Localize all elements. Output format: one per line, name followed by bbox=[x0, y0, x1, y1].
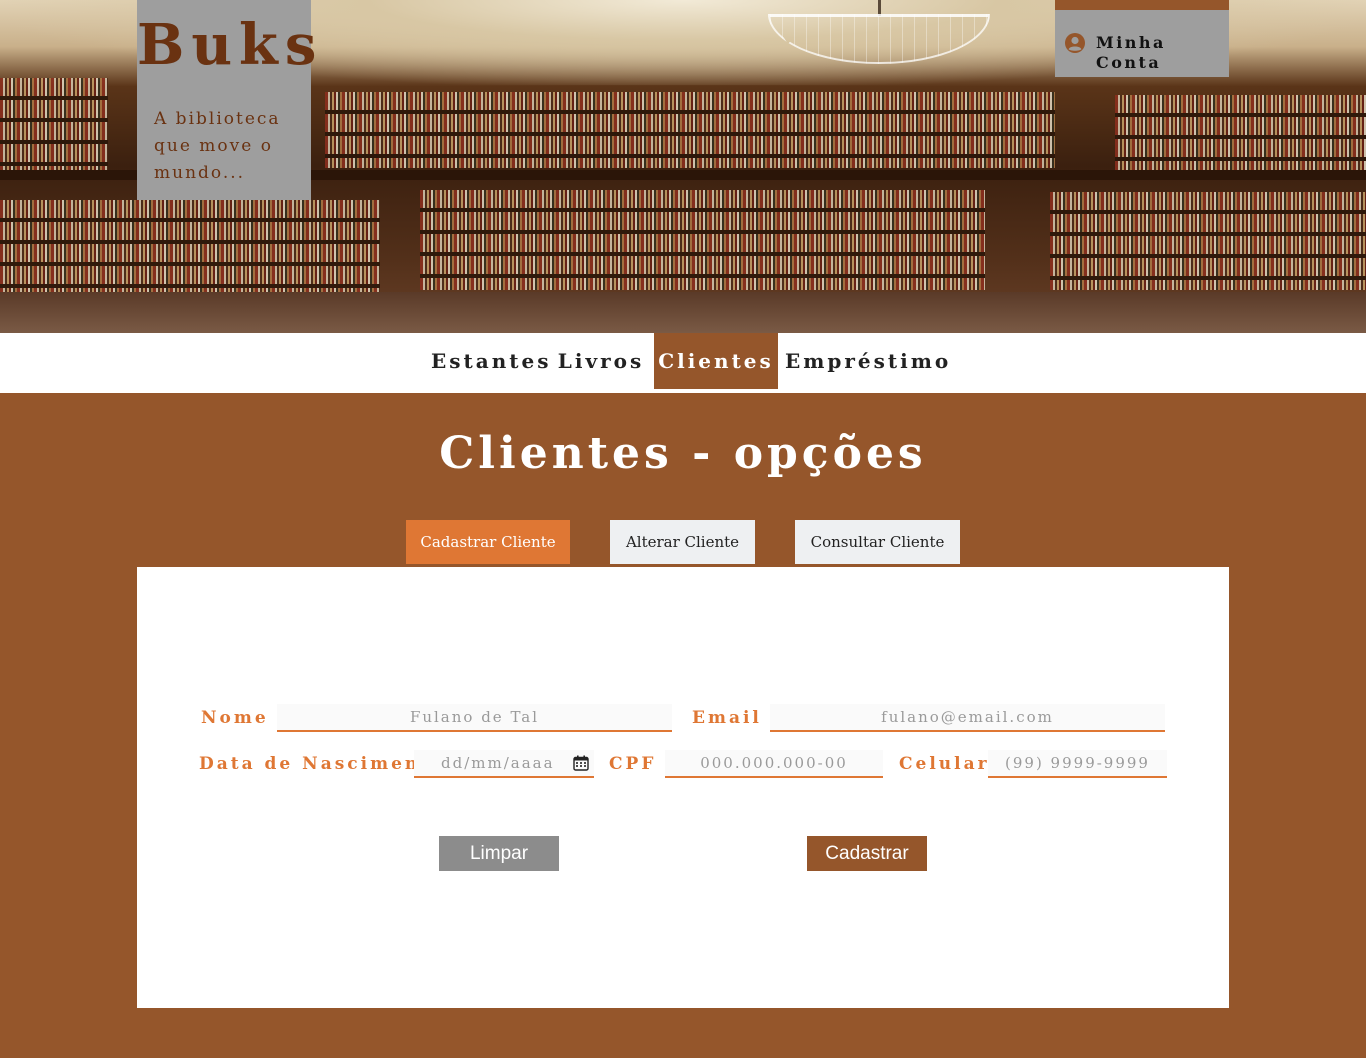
data-nascimento-input[interactable] bbox=[414, 750, 594, 778]
data-nascimento-label: Data de Nascimento bbox=[199, 754, 446, 774]
nome-label: Nome bbox=[201, 708, 269, 728]
nav-item-emprestimo[interactable]: Empréstimo bbox=[785, 333, 948, 389]
cpf-input[interactable] bbox=[665, 750, 883, 778]
tab-alterar-cliente[interactable]: Alterar Cliente bbox=[610, 520, 755, 564]
celular-input[interactable] bbox=[988, 750, 1167, 778]
cpf-label: CPF bbox=[609, 754, 657, 774]
nav-item-estantes[interactable]: Estantes bbox=[431, 333, 548, 389]
bookshelf-image bbox=[420, 190, 985, 290]
email-label: Email bbox=[692, 708, 762, 728]
user-circle-icon bbox=[1065, 33, 1085, 53]
client-form-card bbox=[137, 567, 1229, 1008]
bookshelf-image bbox=[0, 200, 380, 292]
bookshelf-image bbox=[0, 78, 108, 178]
bookshelf-image bbox=[1115, 95, 1366, 170]
nome-input[interactable] bbox=[277, 704, 672, 732]
data-nascimento-field[interactable] bbox=[414, 750, 594, 778]
clear-button[interactable]: Limpar bbox=[439, 836, 559, 871]
celular-label: Celular bbox=[899, 754, 990, 774]
site-tagline: A biblioteca que move o mundo... bbox=[154, 109, 281, 183]
nav-item-livros[interactable]: Livros bbox=[555, 333, 647, 389]
bookshelf-image bbox=[1050, 192, 1366, 290]
account-label: Minha Conta bbox=[1096, 33, 1166, 72]
hero-floor bbox=[0, 292, 1366, 333]
account-button[interactable]: Minha Conta bbox=[1055, 0, 1229, 77]
email-input[interactable] bbox=[770, 704, 1165, 732]
bookshelf-image bbox=[325, 92, 1055, 168]
page-title: Clientes - opções bbox=[439, 428, 927, 479]
tab-cadastrar-cliente[interactable]: Cadastrar Cliente bbox=[406, 520, 570, 564]
submit-button[interactable]: Cadastrar bbox=[807, 836, 927, 871]
tab-consultar-cliente[interactable]: Consultar Cliente bbox=[795, 520, 960, 564]
nav-item-clientes[interactable]: Clientes bbox=[654, 333, 778, 389]
site-logo-title[interactable]: Buks bbox=[137, 12, 316, 78]
calendar-icon[interactable] bbox=[573, 755, 589, 771]
main-nav: Estantes Livros Clientes Empréstimo bbox=[0, 333, 1366, 393]
logo-block[interactable]: Buks A biblioteca que move o mundo... bbox=[137, 0, 316, 200]
